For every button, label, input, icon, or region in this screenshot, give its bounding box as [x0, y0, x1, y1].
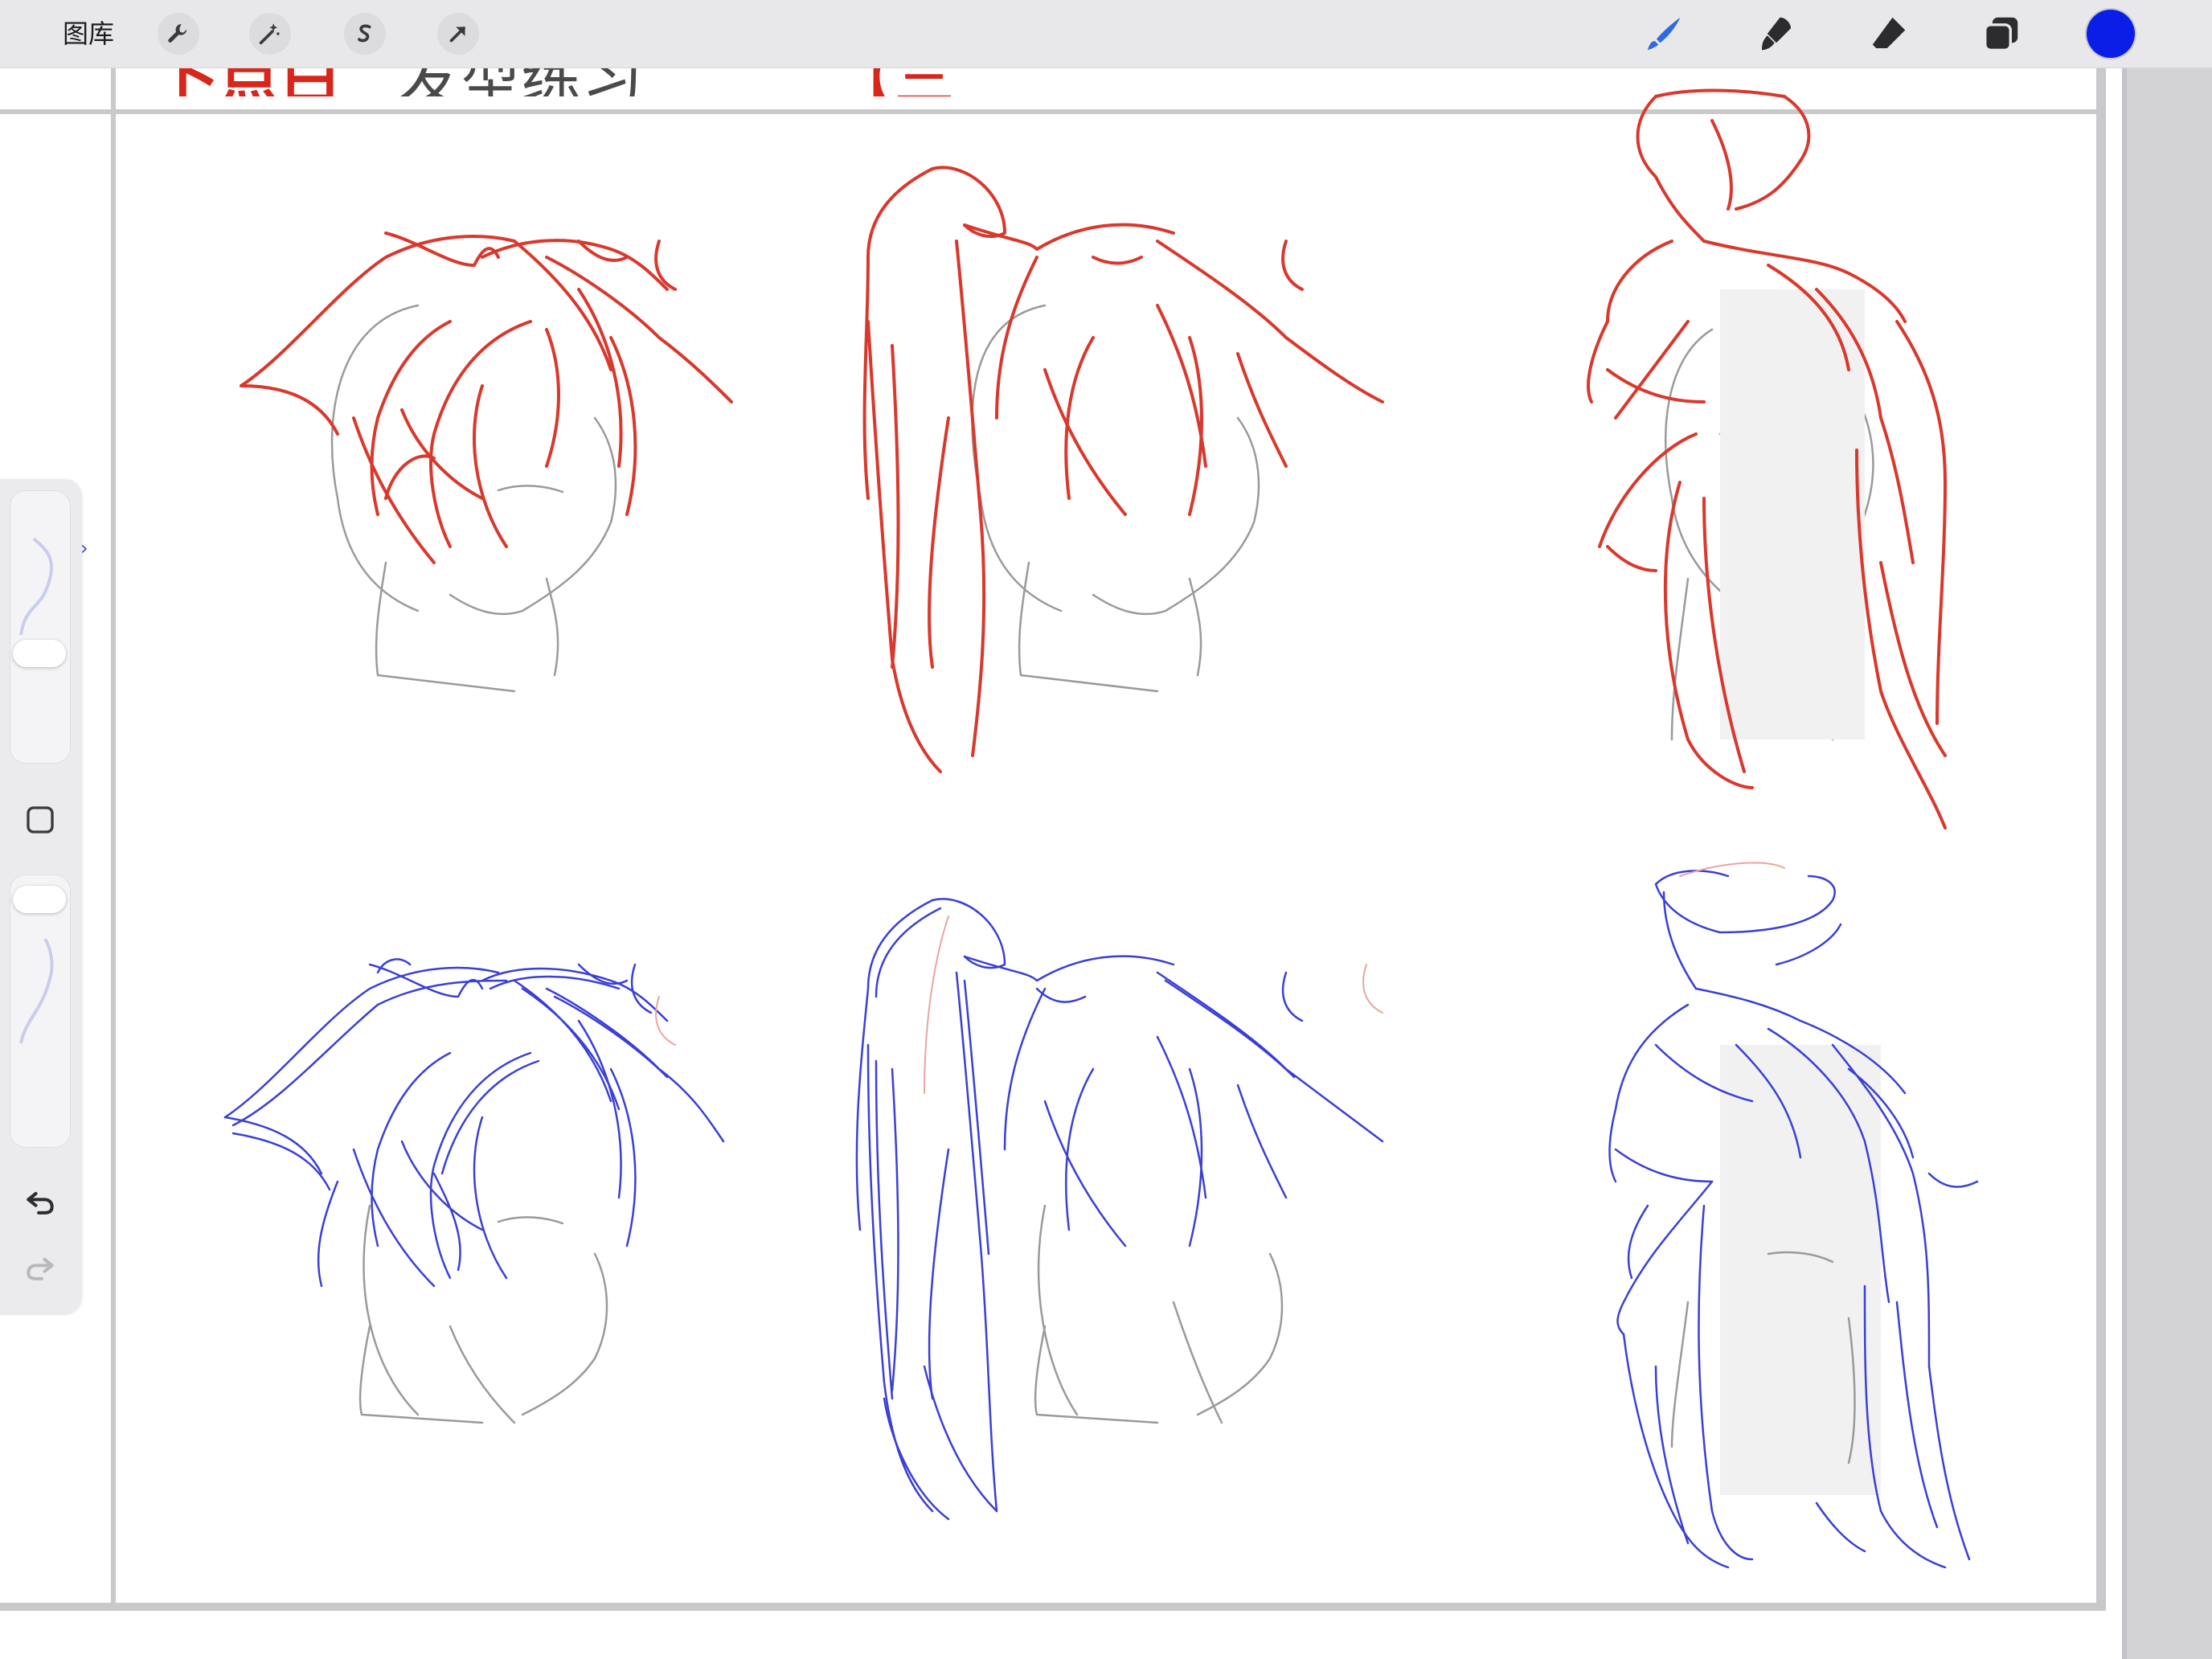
brush-size-slider[interactable]	[10, 490, 71, 764]
magic-wand-icon	[259, 23, 280, 45]
reference-hair-2	[862, 166, 1384, 773]
opacity-preview-icon	[19, 937, 54, 1044]
modify-button[interactable]	[23, 802, 58, 838]
layers-button[interactable]	[1977, 10, 2026, 58]
selection-button[interactable]	[344, 13, 386, 55]
adjustments-button[interactable]	[249, 13, 291, 55]
sketch-artwork	[223, 88, 1979, 1569]
brush-size-thumb[interactable]	[13, 640, 66, 667]
left-sidebar	[0, 479, 82, 1315]
layers-icon	[1984, 17, 2018, 51]
opacity-thumb[interactable]	[13, 886, 66, 913]
procreate-app: 卜点白 发型练习 【三选二】	[0, 0, 2212, 1659]
practice-hair-5	[855, 898, 1384, 1521]
transform-button[interactable]	[437, 13, 479, 55]
underlay-strokes	[655, 862, 1785, 1094]
undo-icon	[27, 1191, 54, 1215]
brush-tool-button[interactable]	[1640, 10, 1688, 58]
eraser-icon	[1872, 17, 1906, 48]
color-picker-button[interactable]	[2087, 10, 2135, 58]
top-toolbar: 图库	[0, 0, 2212, 68]
redo-icon	[27, 1257, 54, 1280]
brush-icon	[1647, 17, 1681, 51]
smudge-icon	[1762, 17, 1791, 51]
base-head-2	[971, 304, 1260, 693]
base-head-5	[1034, 1204, 1284, 1424]
selection-s-icon	[358, 24, 371, 43]
base-head-4	[358, 1204, 608, 1424]
face-shadow-6	[1720, 1045, 1881, 1495]
redo-button[interactable]	[21, 1249, 59, 1288]
eraser-tool-button[interactable]	[1865, 10, 1913, 58]
arrow-cursor-icon	[449, 27, 465, 43]
undo-button[interactable]	[21, 1183, 59, 1222]
practice-hair-4	[223, 958, 725, 1288]
face-shadow-3	[1720, 289, 1865, 739]
actions-button[interactable]	[158, 13, 199, 55]
square-icon	[27, 806, 54, 834]
gallery-button[interactable]: 图库	[63, 16, 114, 51]
opacity-slider[interactable]	[10, 875, 71, 1148]
wrench-icon	[168, 23, 187, 43]
sidebar-handle-icon[interactable]: ›	[80, 537, 88, 559]
smudge-tool-button[interactable]	[1752, 10, 1800, 58]
reference-hair-1	[240, 231, 733, 564]
